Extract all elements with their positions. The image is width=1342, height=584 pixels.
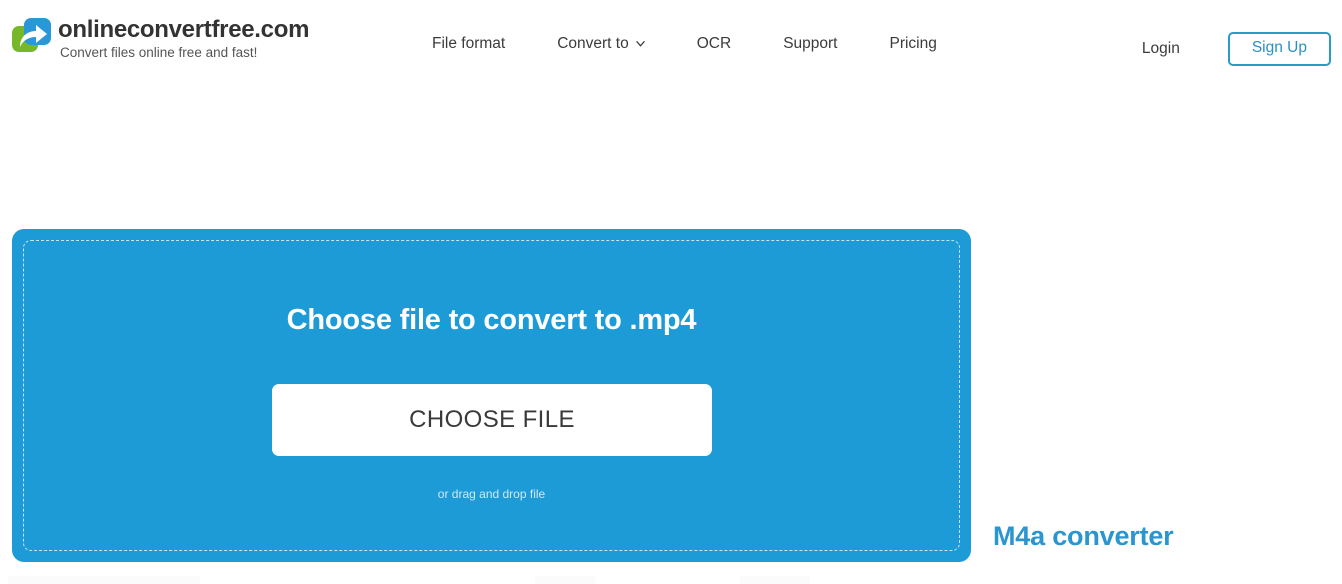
nav-item-file-format[interactable]: File format [432,35,505,53]
nav-item-pricing[interactable]: Pricing [889,35,936,53]
chevron-down-icon [636,40,645,47]
nav-item-ocr[interactable]: OCR [697,35,731,53]
viewport-bottom-edge [0,573,1342,584]
brand-tagline: Convert files online free and fast! [60,45,258,60]
main-navigation: File format Convert to OCR Support Prici… [432,35,937,53]
login-link[interactable]: Login [1142,40,1180,58]
page-root: onlineconvertfree.com Convert files onli… [0,0,1342,584]
dropzone-title: Choose file to convert to .mp4 [286,304,697,336]
nav-item-convert-to[interactable]: Convert to [557,35,645,53]
site-header: onlineconvertfree.com Convert files onli… [0,0,1342,82]
file-dropzone-panel[interactable]: Choose file to convert to .mp4 CHOOSE FI… [12,229,971,562]
sign-up-button[interactable]: Sign Up [1227,32,1331,66]
auth-actions: Login Sign Up [1142,32,1331,66]
choose-file-button[interactable]: CHOOSE FILE [272,384,712,456]
nav-item-label: OCR [696,35,732,52]
brand-title: onlineconvertfree.com [58,16,310,43]
nav-item-support[interactable]: Support [783,35,837,53]
nav-item-label: File format [432,35,506,52]
logo-arrow-glyph [20,25,47,47]
nav-item-label: Pricing [889,35,937,52]
nav-item-label: Convert to [557,35,629,52]
brand-logo-link[interactable]: onlineconvertfree.com Convert files onli… [10,16,309,62]
dropzone-hint-text: or drag and drop file [437,487,546,501]
nav-item-label: Support [783,35,838,52]
page-title: M4a converter [993,521,1174,551]
convert-arrow-logo-icon [10,16,52,54]
